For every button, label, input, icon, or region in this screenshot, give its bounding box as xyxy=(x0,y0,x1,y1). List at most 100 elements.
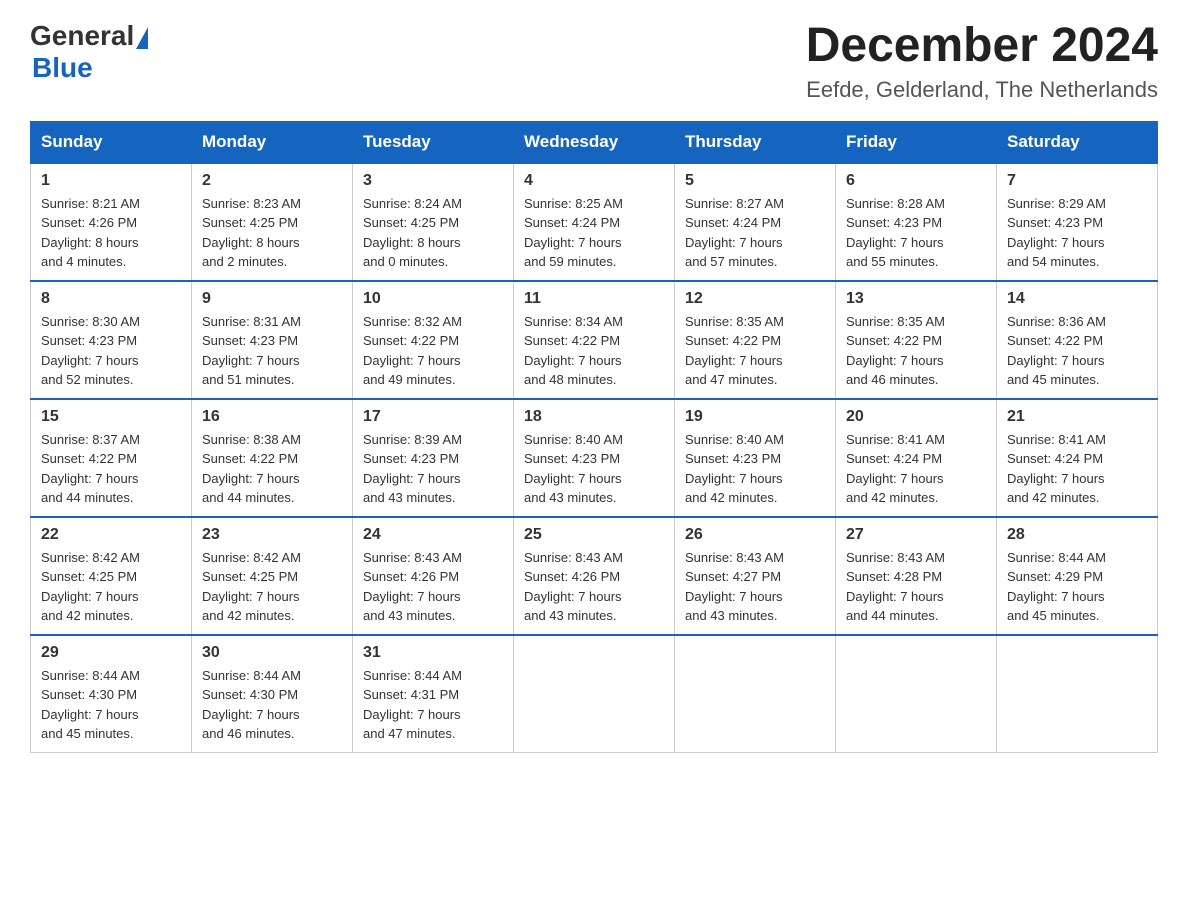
day-number: 22 xyxy=(41,526,181,544)
calendar-cell xyxy=(675,635,836,753)
calendar-cell: 1 Sunrise: 8:21 AMSunset: 4:26 PMDaylight… xyxy=(31,163,192,281)
day-info: Sunrise: 8:40 AMSunset: 4:23 PMDaylight:… xyxy=(524,430,664,508)
day-info: Sunrise: 8:36 AMSunset: 4:22 PMDaylight:… xyxy=(1007,312,1147,390)
calendar-cell: 19Sunrise: 8:40 AMSunset: 4:23 PMDayligh… xyxy=(675,399,836,517)
calendar-cell: 28 Sunrise: 8:44 AMSunset: 4:29 PMDayligh… xyxy=(997,517,1158,635)
calendar-cell: 22 Sunrise: 8:42 AMSunset: 4:25 PMDayligh… xyxy=(31,517,192,635)
day-number: 17 xyxy=(363,408,503,426)
location-subtitle: Eefde, Gelderland, The Netherlands xyxy=(806,77,1158,103)
calendar-cell: 18 Sunrise: 8:40 AMSunset: 4:23 PMDayligh… xyxy=(514,399,675,517)
day-number: 9 xyxy=(202,290,342,308)
col-header-thursday: Thursday xyxy=(675,121,836,163)
day-info: Sunrise: 8:43 AMSunset: 4:26 PMDaylight:… xyxy=(363,548,503,626)
day-number: 18 xyxy=(524,408,664,426)
day-number: 7 xyxy=(1007,172,1147,190)
day-number: 12 xyxy=(685,290,825,308)
logo-triangle-icon xyxy=(136,27,148,49)
col-header-sunday: Sunday xyxy=(31,121,192,163)
calendar-cell: 14 Sunrise: 8:36 AMSunset: 4:22 PMDayligh… xyxy=(997,281,1158,399)
day-number: 16 xyxy=(202,408,342,426)
day-info: Sunrise: 8:41 AMSunset: 4:24 PMDaylight:… xyxy=(1007,430,1147,508)
day-info: Sunrise: 8:43 AMSunset: 4:27 PMDaylight:… xyxy=(685,548,825,626)
day-info: Sunrise: 8:25 AMSunset: 4:24 PMDaylight:… xyxy=(524,194,664,272)
day-info: Sunrise: 8:41 AMSunset: 4:24 PMDaylight:… xyxy=(846,430,986,508)
col-header-wednesday: Wednesday xyxy=(514,121,675,163)
day-number: 2 xyxy=(202,172,342,190)
day-number: 8 xyxy=(41,290,181,308)
day-info: Sunrise: 8:44 AMSunset: 4:29 PMDaylight:… xyxy=(1007,548,1147,626)
day-info: Sunrise: 8:43 AMSunset: 4:28 PMDaylight:… xyxy=(846,548,986,626)
day-info: Sunrise: 8:28 AMSunset: 4:23 PMDaylight:… xyxy=(846,194,986,272)
col-header-saturday: Saturday xyxy=(997,121,1158,163)
day-number: 3 xyxy=(363,172,503,190)
day-info: Sunrise: 8:44 AMSunset: 4:30 PMDaylight:… xyxy=(202,666,342,744)
col-header-friday: Friday xyxy=(836,121,997,163)
calendar-cell: 15 Sunrise: 8:37 AMSunset: 4:22 PMDayligh… xyxy=(31,399,192,517)
day-info: Sunrise: 8:42 AMSunset: 4:25 PMDaylight:… xyxy=(41,548,181,626)
calendar-cell xyxy=(997,635,1158,753)
day-number: 21 xyxy=(1007,408,1147,426)
day-number: 31 xyxy=(363,644,503,662)
calendar-cell: 23Sunrise: 8:42 AMSunset: 4:25 PMDayligh… xyxy=(192,517,353,635)
calendar-week-row: 29Sunrise: 8:44 AMSunset: 4:30 PMDayligh… xyxy=(31,635,1158,753)
calendar-cell: 25 Sunrise: 8:43 AMSunset: 4:26 PMDayligh… xyxy=(514,517,675,635)
calendar-header-row: SundayMondayTuesdayWednesdayThursdayFrid… xyxy=(31,121,1158,163)
day-info: Sunrise: 8:44 AMSunset: 4:31 PMDaylight:… xyxy=(363,666,503,744)
calendar-cell: 7 Sunrise: 8:29 AMSunset: 4:23 PMDaylight… xyxy=(997,163,1158,281)
calendar-cell: 8Sunrise: 8:30 AMSunset: 4:23 PMDaylight… xyxy=(31,281,192,399)
day-number: 19 xyxy=(685,408,825,426)
day-info: Sunrise: 8:23 AMSunset: 4:25 PMDaylight:… xyxy=(202,194,342,272)
calendar-cell: 31 Sunrise: 8:44 AMSunset: 4:31 PMDayligh… xyxy=(353,635,514,753)
day-info: Sunrise: 8:44 AMSunset: 4:30 PMDaylight:… xyxy=(41,666,181,744)
header: General Blue December 2024 Eefde, Gelder… xyxy=(30,20,1158,103)
day-number: 28 xyxy=(1007,526,1147,544)
day-number: 6 xyxy=(846,172,986,190)
calendar-cell: 11 Sunrise: 8:34 AMSunset: 4:22 PMDayligh… xyxy=(514,281,675,399)
calendar-cell: 10Sunrise: 8:32 AMSunset: 4:22 PMDayligh… xyxy=(353,281,514,399)
logo-blue-text: Blue xyxy=(32,52,93,84)
calendar-cell: 6 Sunrise: 8:28 AMSunset: 4:23 PMDaylight… xyxy=(836,163,997,281)
day-number: 27 xyxy=(846,526,986,544)
day-info: Sunrise: 8:29 AMSunset: 4:23 PMDaylight:… xyxy=(1007,194,1147,272)
calendar-cell: 13 Sunrise: 8:35 AMSunset: 4:22 PMDayligh… xyxy=(836,281,997,399)
day-number: 11 xyxy=(524,290,664,308)
day-number: 5 xyxy=(685,172,825,190)
title-area: December 2024 Eefde, Gelderland, The Net… xyxy=(806,20,1158,103)
day-info: Sunrise: 8:38 AMSunset: 4:22 PMDaylight:… xyxy=(202,430,342,508)
calendar-week-row: 15 Sunrise: 8:37 AMSunset: 4:22 PMDayligh… xyxy=(31,399,1158,517)
day-info: Sunrise: 8:32 AMSunset: 4:22 PMDaylight:… xyxy=(363,312,503,390)
day-info: Sunrise: 8:37 AMSunset: 4:22 PMDaylight:… xyxy=(41,430,181,508)
calendar-cell: 9 Sunrise: 8:31 AMSunset: 4:23 PMDaylight… xyxy=(192,281,353,399)
day-info: Sunrise: 8:43 AMSunset: 4:26 PMDaylight:… xyxy=(524,548,664,626)
day-number: 26 xyxy=(685,526,825,544)
calendar-cell: 20Sunrise: 8:41 AMSunset: 4:24 PMDayligh… xyxy=(836,399,997,517)
calendar-cell: 16 Sunrise: 8:38 AMSunset: 4:22 PMDayligh… xyxy=(192,399,353,517)
day-number: 1 xyxy=(41,172,181,190)
calendar-week-row: 1 Sunrise: 8:21 AMSunset: 4:26 PMDaylight… xyxy=(31,163,1158,281)
logo: General Blue xyxy=(30,20,148,84)
calendar-cell: 24 Sunrise: 8:43 AMSunset: 4:26 PMDayligh… xyxy=(353,517,514,635)
month-year-title: December 2024 xyxy=(806,20,1158,73)
calendar-cell: 30Sunrise: 8:44 AMSunset: 4:30 PMDayligh… xyxy=(192,635,353,753)
day-number: 25 xyxy=(524,526,664,544)
calendar-cell: 3Sunrise: 8:24 AMSunset: 4:25 PMDaylight… xyxy=(353,163,514,281)
calendar-cell: 29Sunrise: 8:44 AMSunset: 4:30 PMDayligh… xyxy=(31,635,192,753)
day-info: Sunrise: 8:21 AMSunset: 4:26 PMDaylight:… xyxy=(41,194,181,272)
day-info: Sunrise: 8:42 AMSunset: 4:25 PMDaylight:… xyxy=(202,548,342,626)
calendar-table: SundayMondayTuesdayWednesdayThursdayFrid… xyxy=(30,121,1158,753)
day-info: Sunrise: 8:39 AMSunset: 4:23 PMDaylight:… xyxy=(363,430,503,508)
day-info: Sunrise: 8:31 AMSunset: 4:23 PMDaylight:… xyxy=(202,312,342,390)
calendar-cell: 12Sunrise: 8:35 AMSunset: 4:22 PMDayligh… xyxy=(675,281,836,399)
day-number: 13 xyxy=(846,290,986,308)
day-info: Sunrise: 8:27 AMSunset: 4:24 PMDaylight:… xyxy=(685,194,825,272)
calendar-week-row: 22 Sunrise: 8:42 AMSunset: 4:25 PMDayligh… xyxy=(31,517,1158,635)
day-number: 24 xyxy=(363,526,503,544)
calendar-cell xyxy=(836,635,997,753)
logo-general-text: General xyxy=(30,20,134,52)
calendar-cell: 21 Sunrise: 8:41 AMSunset: 4:24 PMDayligh… xyxy=(997,399,1158,517)
day-info: Sunrise: 8:35 AMSunset: 4:22 PMDaylight:… xyxy=(846,312,986,390)
day-number: 15 xyxy=(41,408,181,426)
day-number: 14 xyxy=(1007,290,1147,308)
calendar-cell: 5 Sunrise: 8:27 AMSunset: 4:24 PMDaylight… xyxy=(675,163,836,281)
day-info: Sunrise: 8:34 AMSunset: 4:22 PMDaylight:… xyxy=(524,312,664,390)
